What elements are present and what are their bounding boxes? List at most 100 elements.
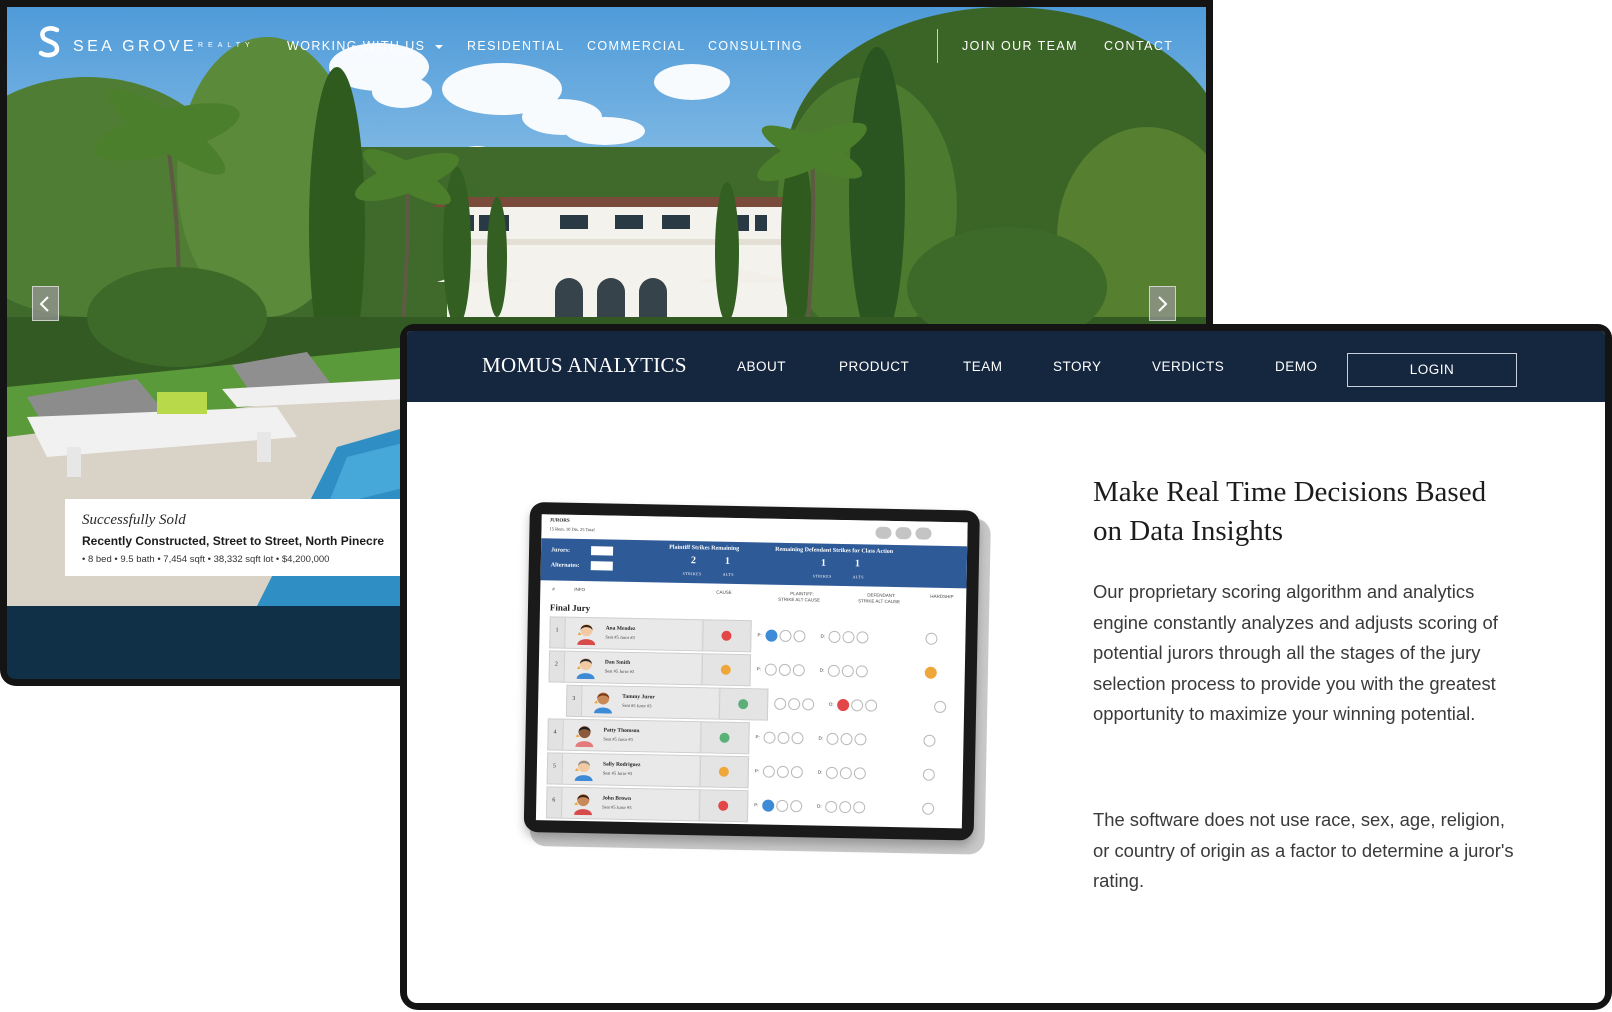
plaintiff-strike-toggle[interactable] xyxy=(776,765,789,779)
defendant-strike-toggle[interactable] xyxy=(865,699,878,712)
juror-name: Tammy Juror xyxy=(622,693,655,701)
plaintiff-strike-toggle[interactable] xyxy=(802,698,815,711)
defendant-row-label: D: xyxy=(817,803,822,809)
juror-avatar-icon xyxy=(575,726,594,748)
col-plaintiff-subheader: STRIKE ALT CAUSE xyxy=(778,596,821,603)
nav-join-our-team[interactable]: JOIN OUR TEAM xyxy=(962,39,1078,53)
plaintiff-strike-toggle[interactable] xyxy=(779,629,792,643)
plaintiff-strike-toggle[interactable] xyxy=(764,663,777,676)
plaintiff-strike-toggle[interactable] xyxy=(793,630,806,643)
cause-badge-icon[interactable] xyxy=(738,699,749,710)
defendant-strike-toggle[interactable] xyxy=(828,630,841,643)
nav-working-with-us[interactable]: WORKING WITH US xyxy=(287,39,444,53)
cause-badge-icon[interactable] xyxy=(721,630,732,641)
plaintiff-strike-toggle[interactable] xyxy=(790,766,803,779)
juror-info-cell: Dan Smith Seat #5 Juror #3 xyxy=(563,651,702,685)
plaintiff-strikes-header: Plaintiff Strikes Remaining xyxy=(669,544,740,553)
chevron-left-icon xyxy=(39,296,49,312)
defendant-strike-toggle[interactable] xyxy=(855,665,868,678)
nav-demo[interactable]: DEMO xyxy=(1275,359,1318,374)
carousel-next-button[interactable] xyxy=(1149,286,1176,321)
juror-row[interactable]: 3 Tammy Juror Seat #5 Juror #3 xyxy=(565,684,769,721)
juror-row[interactable]: 1 Ana Mendez Seat #5 Juror #3 xyxy=(549,616,752,653)
defendant-strike-toggle[interactable] xyxy=(825,766,838,779)
juror-row[interactable]: 6 John Brown Seat #5 Juror #3 xyxy=(545,786,749,823)
juror-name: Sally Rodriguez xyxy=(602,761,641,769)
cause-badge-icon[interactable] xyxy=(718,800,729,811)
nav-commercial[interactable]: COMMERCIAL xyxy=(587,39,686,53)
plaintiff-strike-toggle[interactable] xyxy=(762,799,775,812)
hardship-toggle[interactable] xyxy=(934,700,947,714)
nav-about[interactable]: ABOUT xyxy=(737,359,786,374)
alternates-input[interactable] xyxy=(590,561,613,571)
plaintiff-strike-toggle[interactable] xyxy=(788,697,801,711)
juror-seat: Seat #5 Juror #3 xyxy=(602,804,632,811)
defendant-strike-toggle[interactable] xyxy=(826,732,839,745)
sea-grove-logo-text[interactable]: SEA GROVE xyxy=(73,38,197,56)
cause-badge-icon[interactable] xyxy=(719,732,730,743)
col-cause-header: CAUSE xyxy=(716,589,732,595)
toolbar-pill-button[interactable] xyxy=(895,527,912,540)
col-num-header: # xyxy=(552,586,555,592)
plaintiff-strike-toggle[interactable] xyxy=(777,731,790,745)
nav-contact[interactable]: CONTACT xyxy=(1104,39,1173,53)
defendant-strike-toggle[interactable] xyxy=(841,665,854,678)
nav-story[interactable]: STORY xyxy=(1053,359,1102,374)
hardship-toggle[interactable] xyxy=(922,802,935,815)
juror-avatar-icon xyxy=(574,760,593,782)
col-defendant-subheader: STRIKE ALT CAUSE xyxy=(858,598,901,605)
plaintiff-strike-toggle[interactable] xyxy=(762,765,775,778)
plaintiff-strike-toggle[interactable] xyxy=(791,732,804,745)
hardship-toggle[interactable] xyxy=(923,734,936,747)
cause-badge-icon[interactable] xyxy=(720,664,731,675)
momus-logo[interactable]: MOMUS ANALYTICS xyxy=(482,353,687,378)
nav-verdicts[interactable]: VERDICTS xyxy=(1152,359,1224,374)
defendant-strike-toggle[interactable] xyxy=(840,733,853,746)
jurors-count: 15 Rem. 10 Dis. 25 Total xyxy=(549,526,595,533)
nav-residential[interactable]: RESIDENTIAL xyxy=(467,39,564,53)
plaintiff-strike-toggle[interactable] xyxy=(778,663,791,677)
cause-badge-icon[interactable] xyxy=(718,766,729,777)
listing-card[interactable]: Successfully Sold Recently Constructed, … xyxy=(65,499,425,576)
defendant-strike-toggle[interactable] xyxy=(853,801,866,814)
hardship-toggle[interactable] xyxy=(922,768,935,781)
jurors-input[interactable] xyxy=(590,546,614,556)
plaintiff-strike-toggle[interactable] xyxy=(774,697,787,710)
defendant-strike-toggle[interactable] xyxy=(837,698,850,712)
juror-number: 2 xyxy=(554,661,558,668)
carousel-prev-button[interactable] xyxy=(32,286,59,321)
toolbar-pill-button[interactable] xyxy=(875,526,892,539)
hardship-toggle[interactable] xyxy=(925,632,938,645)
juror-row[interactable]: 4 Patty Thomson Seat #5 Juror #3 xyxy=(547,718,750,755)
defendant-strike-toggle[interactable] xyxy=(839,800,852,814)
plaintiff-strike-toggle[interactable] xyxy=(776,799,789,813)
jurors-field-label: Jurors: xyxy=(551,547,571,554)
nav-consulting[interactable]: CONSULTING xyxy=(708,39,803,53)
plaintiff-strike-toggle[interactable] xyxy=(763,731,776,744)
nav-product[interactable]: PRODUCT xyxy=(839,359,909,374)
login-button[interactable]: LOGIN xyxy=(1347,353,1517,387)
defendant-strike-toggle[interactable] xyxy=(854,733,867,746)
defendant-alts-caption: ALTS xyxy=(852,574,864,580)
nav-team[interactable]: TEAM xyxy=(963,359,1003,374)
momus-navbar: MOMUS ANALYTICS ABOUT PRODUCT TEAM STORY… xyxy=(407,331,1605,402)
defendant-strike-toggle[interactable] xyxy=(839,766,852,780)
hardship-toggle[interactable] xyxy=(924,666,937,679)
defendant-strike-toggle[interactable] xyxy=(842,631,855,644)
juror-cause-cell xyxy=(699,756,748,788)
defendant-strike-toggle[interactable] xyxy=(827,664,840,677)
defendant-strike-toggle[interactable] xyxy=(851,699,864,712)
sea-grove-logo-icon[interactable] xyxy=(35,25,65,59)
defendant-strike-toggle[interactable] xyxy=(825,800,838,813)
plaintiff-strike-toggle[interactable] xyxy=(765,629,778,642)
page-heading: Make Real Time Decisions Based on Data I… xyxy=(1093,476,1487,547)
defendant-strike-toggle[interactable] xyxy=(853,767,866,780)
juror-row[interactable]: 5 Sally Rodriguez Seat #5 Juror #3 xyxy=(546,752,750,789)
plaintiff-strike-toggle[interactable] xyxy=(790,800,803,813)
defendant-strike-toggle[interactable] xyxy=(856,631,869,644)
toolbar-pill-button[interactable] xyxy=(915,527,932,540)
body-paragraph-1: Our proprietary scoring algorithm and an… xyxy=(1093,581,1498,725)
juror-row[interactable]: 2 Dan Smith Seat #5 Juror #3 xyxy=(548,650,752,687)
plaintiff-strike-toggle[interactable] xyxy=(792,664,805,677)
plaintiff-alts-value: 1 xyxy=(724,555,731,567)
